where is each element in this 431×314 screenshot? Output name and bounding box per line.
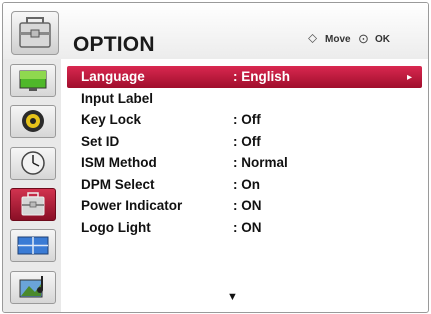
menu-item-ism-method[interactable]: ISM Method : Normal: [67, 152, 422, 174]
menu-item-value: : Off: [233, 133, 261, 149]
time-icon: [21, 151, 45, 175]
page-title: OPTION: [73, 33, 155, 56]
sidebar-item-screen-split[interactable]: [10, 229, 56, 262]
menu-header: OPTION ⬦ Move ⊙ OK: [3, 3, 428, 59]
arrow-right-icon: ▸: [406, 72, 412, 83]
option-list: Language : English ▸ Input Label Key Loc…: [67, 66, 422, 238]
menu-item-value: : Off: [233, 112, 261, 127]
sidebar-item-option[interactable]: [10, 188, 56, 221]
sidebar-item-picture[interactable]: [10, 64, 56, 97]
menu-item-set-id[interactable]: Set ID : Off: [67, 131, 422, 153]
menu-item-value: : English: [233, 69, 290, 84]
menu-item-power-indicator[interactable]: Power Indicator : ON: [67, 195, 422, 217]
move-hint: Move: [325, 34, 351, 45]
picture-icon: [19, 70, 47, 91]
menu-item-value: : On: [233, 176, 260, 192]
menu-item-label: Key Lock: [81, 112, 142, 127]
menu-item-input-label[interactable]: Input Label: [67, 88, 422, 110]
menu-item-key-lock[interactable]: Key Lock : Off: [67, 109, 422, 131]
menu-item-value: : ON: [233, 219, 262, 235]
menu-item-label: Set ID: [81, 133, 120, 149]
menu-item-language[interactable]: Language : English ▸: [67, 66, 422, 88]
screen-split-icon: [17, 236, 49, 255]
sidebar-item-photo-music[interactable]: [10, 271, 56, 304]
photo-music-icon: [19, 276, 43, 298]
menu-item-logo-light[interactable]: Logo Light : ON: [67, 217, 422, 239]
menu-item-label: Logo Light: [81, 219, 151, 235]
ok-hint: OK: [375, 34, 390, 45]
menu-item-label: ISM Method: [81, 155, 157, 170]
menu-item-label: Language: [81, 69, 145, 84]
scroll-down-indicator[interactable]: ▼: [227, 291, 238, 303]
menu-item-label: Power Indicator: [81, 198, 183, 213]
toolbox-icon: [11, 11, 59, 55]
sidebar-item-time[interactable]: [10, 147, 56, 180]
menu-item-value: : ON: [233, 198, 262, 213]
menu-item-dpm-select[interactable]: DPM Select : On: [67, 174, 422, 196]
four-way-arrow-icon: ⬦: [308, 30, 318, 45]
menu-item-label: DPM Select: [81, 176, 155, 192]
sidebar-item-sound[interactable]: [10, 105, 56, 138]
option-icon: [21, 192, 45, 216]
sound-icon: [22, 110, 44, 132]
menu-item-label: Input Label: [81, 90, 153, 106]
sidebar: [3, 59, 61, 312]
osd-option-menu: OPTION ⬦ Move ⊙ OK Language: English ▸ …: [2, 2, 429, 313]
menu-item-value: : Normal: [233, 155, 288, 170]
ok-circle-icon: ⊙: [358, 31, 369, 46]
